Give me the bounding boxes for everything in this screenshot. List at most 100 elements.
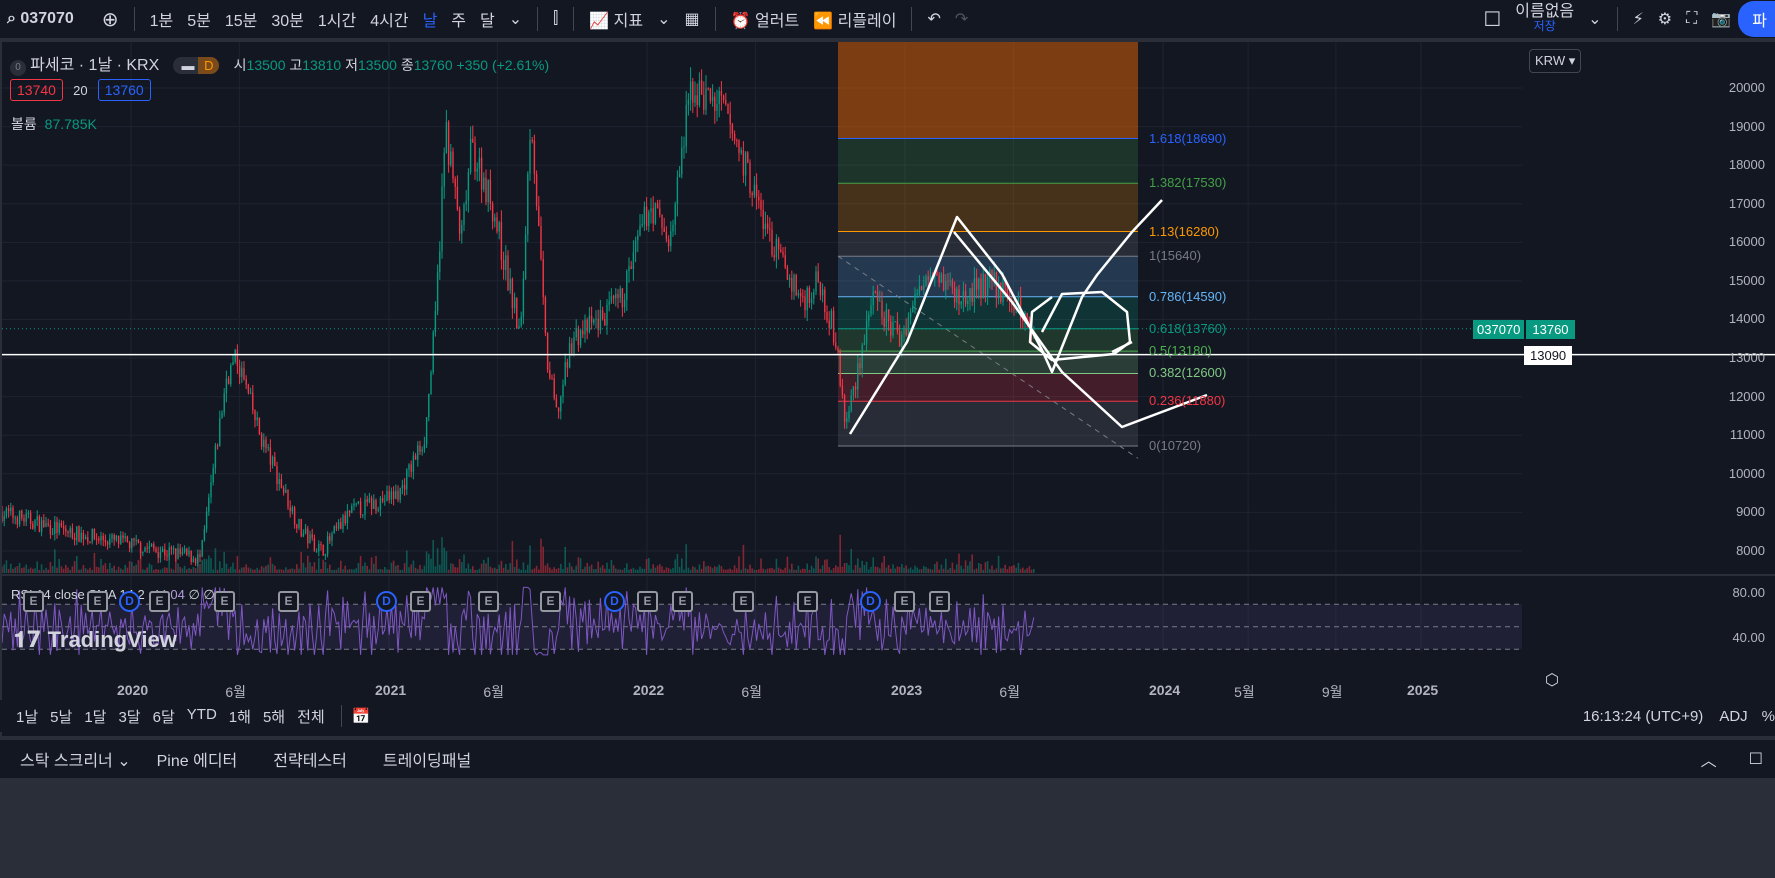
bid-price[interactable]: 13740 — [10, 79, 63, 101]
volume-bar — [784, 567, 786, 573]
range-button[interactable]: 5날 — [44, 706, 78, 727]
candle-body — [194, 558, 197, 564]
candle-body — [478, 157, 481, 169]
layout-square-icon[interactable]: ☐ — [1476, 7, 1508, 32]
candle-body — [762, 209, 764, 229]
camera-icon[interactable]: 📷 — [1704, 9, 1738, 29]
fullscreen-icon[interactable]: ⛶ — [1679, 10, 1704, 28]
quick-search-icon[interactable]: ⚡ — [1626, 9, 1651, 29]
earnings-marker[interactable]: E — [894, 591, 915, 612]
price-chart[interactable] — [2, 42, 1775, 736]
volume-bar — [830, 569, 833, 573]
candle-body — [227, 378, 230, 385]
earnings-marker[interactable]: E — [278, 591, 299, 612]
volume-bar — [179, 566, 181, 573]
replay-button[interactable]: ⏪ 리플레이 — [806, 7, 903, 31]
volume-bar — [254, 569, 256, 573]
candle-body — [291, 507, 294, 512]
earnings-marker[interactable]: E — [410, 591, 431, 612]
range-button[interactable]: 6달 — [147, 706, 181, 727]
earnings-marker[interactable]: E — [672, 591, 693, 612]
indicators-button[interactable]: 📈 지표 — [582, 7, 650, 31]
redo-icon[interactable]: ↷ — [948, 9, 975, 29]
interval-1m[interactable]: 1분 — [143, 7, 181, 31]
clock[interactable]: 16:13:24 (UTC+9) — [1583, 708, 1703, 725]
earnings-marker[interactable]: E — [929, 591, 950, 612]
range-button[interactable]: 1해 — [223, 706, 257, 727]
adj-toggle[interactable]: ADJ — [1719, 708, 1747, 725]
range-button[interactable]: YTD — [181, 706, 223, 727]
interval-15m[interactable]: 15분 — [218, 7, 265, 31]
chart-area[interactable]: 0 파세코 · 1날 · KRX ▬ D 시13500 고13810 저1350… — [2, 42, 1775, 736]
add-symbol-icon[interactable]: ⊕ — [95, 7, 126, 32]
earnings-marker[interactable]: E — [797, 591, 818, 612]
interval-30m[interactable]: 30분 — [264, 7, 311, 31]
tab-pine-editor[interactable]: Pine 에디터 — [139, 747, 256, 771]
visibility-icon[interactable]: 0 — [10, 60, 26, 76]
interval-week[interactable]: 주 — [444, 7, 473, 31]
publish-button[interactable]: 파 — [1738, 1, 1775, 37]
candle-body — [456, 186, 459, 210]
dividend-marker[interactable]: D — [119, 591, 140, 612]
earnings-marker[interactable]: E — [214, 591, 235, 612]
chevron-down-icon[interactable]: ⌄ — [502, 9, 529, 29]
ask-price[interactable]: 13760 — [97, 79, 151, 101]
earnings-marker[interactable]: E — [23, 591, 44, 612]
interval-day[interactable]: 날 — [416, 7, 445, 31]
volume-bar — [700, 568, 703, 573]
maximize-panel-icon[interactable]: ☐ — [1737, 749, 1775, 769]
gear-icon[interactable]: ⚙ — [1651, 9, 1679, 29]
volume-bar — [274, 565, 276, 573]
interval-4h[interactable]: 4시간 — [363, 7, 415, 31]
layout-name[interactable]: 이름없음 저장 — [1508, 4, 1581, 34]
volume-bar — [54, 549, 56, 573]
volume-bar — [542, 546, 544, 573]
range-button[interactable]: 5해 — [257, 706, 291, 727]
range-button[interactable]: 1달 — [78, 706, 112, 727]
candle-body — [621, 288, 624, 308]
volume-bar — [131, 561, 133, 573]
volume-label: 볼륨 — [11, 116, 37, 132]
candle-body — [397, 490, 399, 500]
interval-5m[interactable]: 5분 — [180, 7, 218, 31]
candle-body — [260, 433, 263, 447]
candle-body — [390, 491, 393, 500]
tab-screener[interactable]: 스탁 스크리너 ⌄ — [0, 747, 139, 771]
earnings-marker[interactable]: E — [540, 591, 561, 612]
templates-icon[interactable]: ▦ — [678, 9, 707, 29]
candle-body — [962, 290, 965, 302]
symbol-search[interactable]: ⌕ 037070 — [0, 10, 81, 28]
interval-1h[interactable]: 1시간 — [311, 7, 363, 31]
dividend-marker[interactable]: D — [860, 591, 881, 612]
dividend-marker[interactable]: D — [604, 591, 625, 612]
earnings-marker[interactable]: E — [149, 591, 170, 612]
interval-month[interactable]: 달 — [473, 7, 502, 31]
settings-hex-icon[interactable]: ⬡ — [1545, 670, 1559, 690]
chevron-down-icon[interactable]: ⌄ — [1581, 9, 1608, 29]
earnings-marker[interactable]: E — [637, 591, 658, 612]
volume-bar — [806, 563, 808, 573]
range-button[interactable]: 전체 — [291, 706, 331, 727]
collapse-panel-icon[interactable]: ︿ — [1681, 747, 1737, 771]
candle-body — [296, 524, 298, 529]
tab-trading-panel[interactable]: 트레이딩패널 — [365, 747, 489, 771]
candle-body — [16, 517, 19, 525]
candle-body — [399, 488, 401, 500]
chevron-down-icon[interactable]: ⌄ — [650, 9, 677, 29]
earnings-marker[interactable]: E — [478, 591, 499, 612]
dividend-marker[interactable]: D — [376, 591, 397, 612]
volume-bar — [617, 569, 619, 573]
currency-select[interactable]: KRW ▾ — [1529, 49, 1582, 73]
earnings-marker[interactable]: E — [733, 591, 754, 612]
goto-date-icon[interactable]: 📅 — [352, 707, 371, 725]
candlestick-icon[interactable]: ⫿ — [546, 10, 565, 28]
earnings-marker[interactable]: E — [87, 591, 108, 612]
range-button[interactable]: 1날 — [10, 706, 44, 727]
market-status[interactable]: ▬ D — [173, 57, 220, 74]
alert-button[interactable]: ⏰ 얼러트 — [724, 7, 807, 31]
volume-bar — [236, 556, 239, 573]
undo-icon[interactable]: ↶ — [920, 9, 947, 29]
tab-strategy-tester[interactable]: 전략테스터 — [255, 747, 365, 771]
range-button[interactable]: 3달 — [112, 706, 146, 727]
percent-toggle[interactable]: % — [1762, 708, 1775, 725]
